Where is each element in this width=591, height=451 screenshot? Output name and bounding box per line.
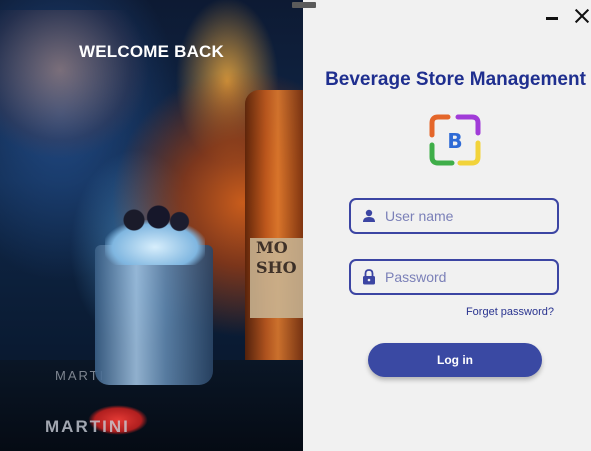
login-button[interactable]: Log in <box>368 343 542 377</box>
password-input[interactable] <box>385 269 545 285</box>
bottle-label-line2: SHO <box>256 258 297 277</box>
username-input[interactable] <box>385 208 545 224</box>
logo-icon: B <box>429 114 481 166</box>
app-logo: B <box>428 113 482 167</box>
photo-bottle-label: MO SHO <box>250 238 303 318</box>
window-drag-handle[interactable] <box>292 2 316 8</box>
bottle-label-line1: MO <box>256 238 288 257</box>
background-photo: MO SHO MARTI MARTINI WELCOME BACK <box>0 0 303 451</box>
photo-arm <box>0 10 150 160</box>
close-icon[interactable] <box>575 9 589 23</box>
photo-bottle <box>245 90 303 380</box>
password-field[interactable] <box>349 259 559 295</box>
username-field[interactable] <box>349 198 559 234</box>
photo-berries <box>120 205 190 235</box>
user-icon <box>361 208 377 224</box>
forgot-password-link[interactable]: Forget password? <box>418 306 554 318</box>
photo-mat-brand: MARTINI <box>45 417 130 436</box>
minimize-icon[interactable] <box>546 8 558 20</box>
lock-icon <box>361 269 377 285</box>
photo-cup <box>95 245 213 385</box>
app-title: Beverage Store Management <box>325 69 586 90</box>
logo-letter: B <box>447 129 462 153</box>
welcome-heading: WELCOME BACK <box>79 42 224 61</box>
